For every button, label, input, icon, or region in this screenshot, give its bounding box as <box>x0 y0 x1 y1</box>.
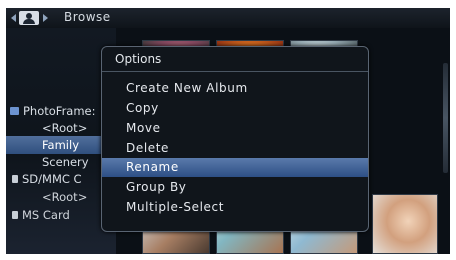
dialog-title: Options <box>115 52 162 66</box>
divider <box>102 71 368 72</box>
home-person-icon[interactable] <box>19 11 39 25</box>
tree-item-label: MS Card <box>22 208 70 222</box>
menu-item-delete[interactable]: Delete <box>102 139 368 158</box>
menu-item-move[interactable]: Move <box>102 119 368 138</box>
photoframe-device-icon <box>10 106 19 115</box>
menu-item-multiple-select[interactable]: Multiple-Select <box>102 198 368 217</box>
ms-card-icon <box>12 210 18 219</box>
nav-right-arrow-icon[interactable] <box>43 14 48 22</box>
options-dialog: Options Create New Album Copy Move Delet… <box>101 46 369 232</box>
tree-item-label: <Root> <box>42 121 88 135</box>
menu-item-copy[interactable]: Copy <box>102 99 368 118</box>
tree-item-label: SD/MMC C <box>22 172 82 186</box>
tree-item-label: <Root> <box>42 190 88 204</box>
page-title: Browse <box>64 10 111 24</box>
tree-item-label: Scenery <box>42 155 89 169</box>
tree-item-label: Family <box>42 138 80 152</box>
folder-tree: PhotoFrame: <Root> Family Scenery SD/MMC… <box>6 28 152 254</box>
scrollbar[interactable] <box>443 63 448 173</box>
menu-item-rename[interactable]: Rename <box>102 158 368 177</box>
top-bar: Browse <box>6 8 450 28</box>
menu-item-create-new-album[interactable]: Create New Album <box>102 79 368 98</box>
menu-item-group-by[interactable]: Group By <box>102 178 368 197</box>
photo-frame-screen: Browse PhotoFrame: <Root> Family Scenery… <box>6 8 450 254</box>
nav-left-arrow-icon[interactable] <box>11 14 16 22</box>
tree-item-label: PhotoFrame: <box>23 104 96 118</box>
thumbnail[interactable] <box>372 194 438 254</box>
sd-card-icon <box>12 174 18 183</box>
